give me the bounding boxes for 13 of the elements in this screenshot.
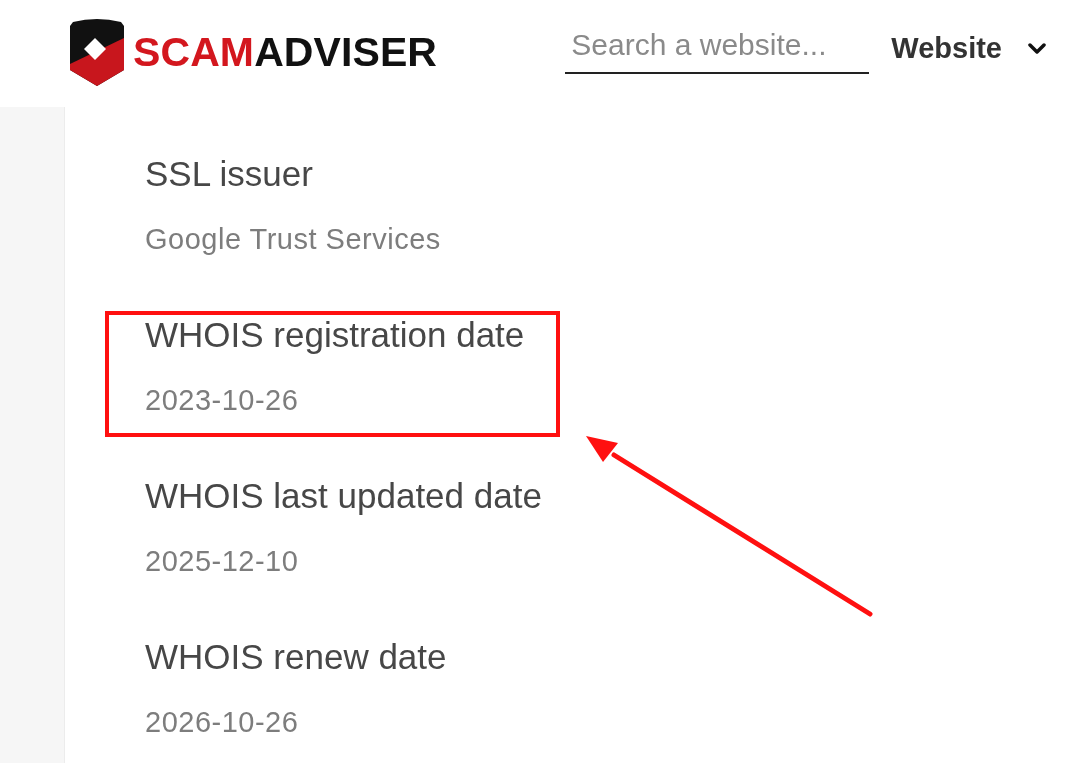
detail-value: 2025-12-10 xyxy=(145,544,299,578)
detail-value: 2026-10-26 xyxy=(145,705,299,739)
detail-label: WHOIS registration date xyxy=(145,315,525,355)
scope-dropdown[interactable]: Website xyxy=(891,32,1046,65)
detail-label: WHOIS renew date xyxy=(145,637,447,677)
detail-label: SSL issuer xyxy=(145,154,313,194)
detail-value: Google Trust Services xyxy=(145,222,441,256)
detail-label: WHOIS last updated date xyxy=(145,476,542,516)
search-field[interactable]: Search a website... xyxy=(565,26,870,74)
shield-logo-icon xyxy=(70,18,124,86)
logo-wordmark: SCAMADVISER xyxy=(133,31,438,73)
chevron-down-icon xyxy=(1028,42,1046,55)
detail-value: 2023-10-26 xyxy=(145,383,299,417)
